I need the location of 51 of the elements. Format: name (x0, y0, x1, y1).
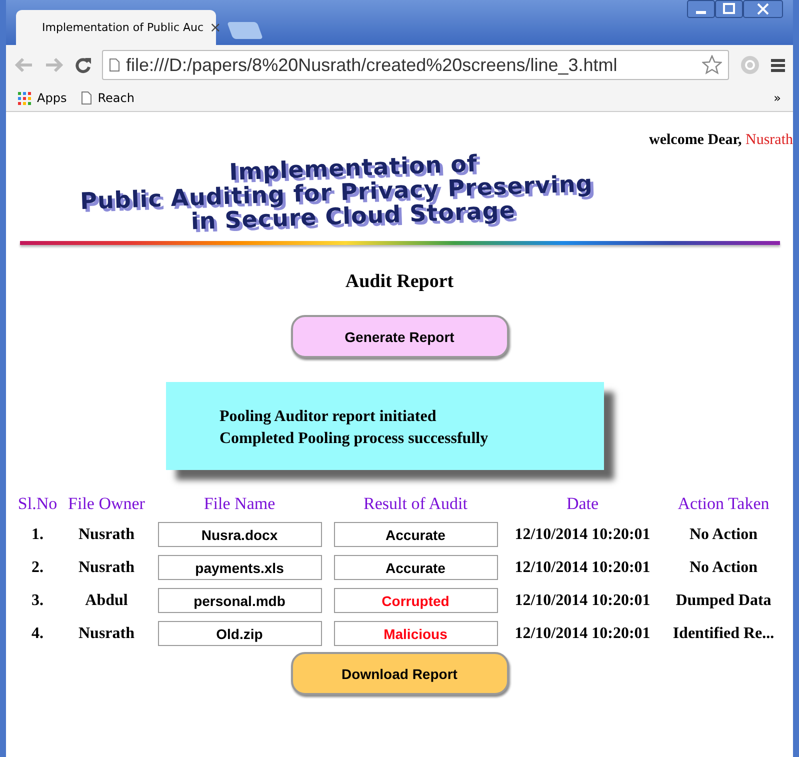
table-cell-text: 3. (30, 592, 44, 610)
address-bar[interactable]: file:///D:/papers/8%20Nusrath/created%20screens/line_3.html (102, 50, 729, 80)
column-header: Sl.No (16, 494, 58, 514)
table-cell-text: 1. (30, 526, 44, 544)
file-name-field[interactable]: personal.mdb (158, 588, 322, 614)
column-header: Action Taken (676, 494, 770, 514)
apps-grid-icon (18, 92, 31, 104)
table-cell-text: Nusrath (77, 526, 136, 544)
bookmark-item[interactable]: Apps (18, 91, 67, 105)
banner-title: Implementation of Public Auditing for Privacy Preserving in Secure Cloud Storage (78, 150, 594, 238)
column-header: File Owner (67, 494, 146, 514)
column-header: File Name (202, 494, 276, 514)
page-icon (109, 58, 120, 72)
new-tab-button[interactable] (226, 22, 264, 39)
table-cell-text: 12/10/2014 10:20:01 (514, 558, 652, 577)
table-cell-text: Nusrath (77, 624, 136, 643)
file-name-field[interactable]: payments.xls (158, 555, 322, 580)
table-cell-text: 4. (30, 624, 44, 643)
table-cell-text: 12/10/2014 10:20:01 (514, 526, 652, 544)
status-message: Pooling Auditor report initiated (220, 407, 438, 428)
table-cell-text: 12/10/2014 10:20:01 (514, 592, 652, 610)
page-icon (80, 91, 92, 105)
audit-result-field[interactable]: Accurate (334, 522, 498, 548)
file-name-field[interactable]: Nusra.docx (158, 522, 322, 548)
reload-icon[interactable] (74, 56, 92, 74)
column-header: Result of Audit (362, 494, 468, 514)
welcome-text: welcome Dear, Nusrath (649, 132, 793, 149)
table-cell-text: 12/10/2014 10:20:01 (514, 624, 652, 643)
table-cell-text: Dumped Data (674, 592, 772, 610)
menu-icon[interactable] (771, 58, 785, 72)
audit-result-field[interactable]: Corrupted (334, 588, 498, 614)
download-report-button[interactable]: Download Report (290, 652, 508, 696)
audit-result-field[interactable]: Malicious (334, 621, 498, 646)
more-bookmarks-button[interactable]: » (774, 91, 781, 105)
table-cell-text: 2. (30, 558, 44, 577)
generate-report-button[interactable]: Generate Report (290, 315, 508, 358)
maximize-icon[interactable] (715, 0, 743, 18)
column-header: Date (565, 494, 600, 514)
table-cell-text: Identified Re... (672, 624, 776, 643)
audit-result-field[interactable]: Accurate (334, 555, 498, 580)
status-message: Completed Pooling process successfully (220, 429, 490, 450)
table-cell-text: No Action (688, 558, 758, 577)
page-heading: Audit Report (345, 271, 454, 294)
close-icon[interactable] (743, 0, 783, 18)
minimize-icon[interactable] (687, 0, 715, 18)
table-cell-text: Abdul (84, 592, 129, 610)
table-cell-text: Nusrath (77, 558, 136, 577)
bookmark-item[interactable]: Reach (80, 91, 134, 105)
file-name-field[interactable]: Old.zip (158, 621, 322, 646)
table-cell-text: No Action (688, 526, 758, 544)
star-icon[interactable] (702, 55, 722, 75)
